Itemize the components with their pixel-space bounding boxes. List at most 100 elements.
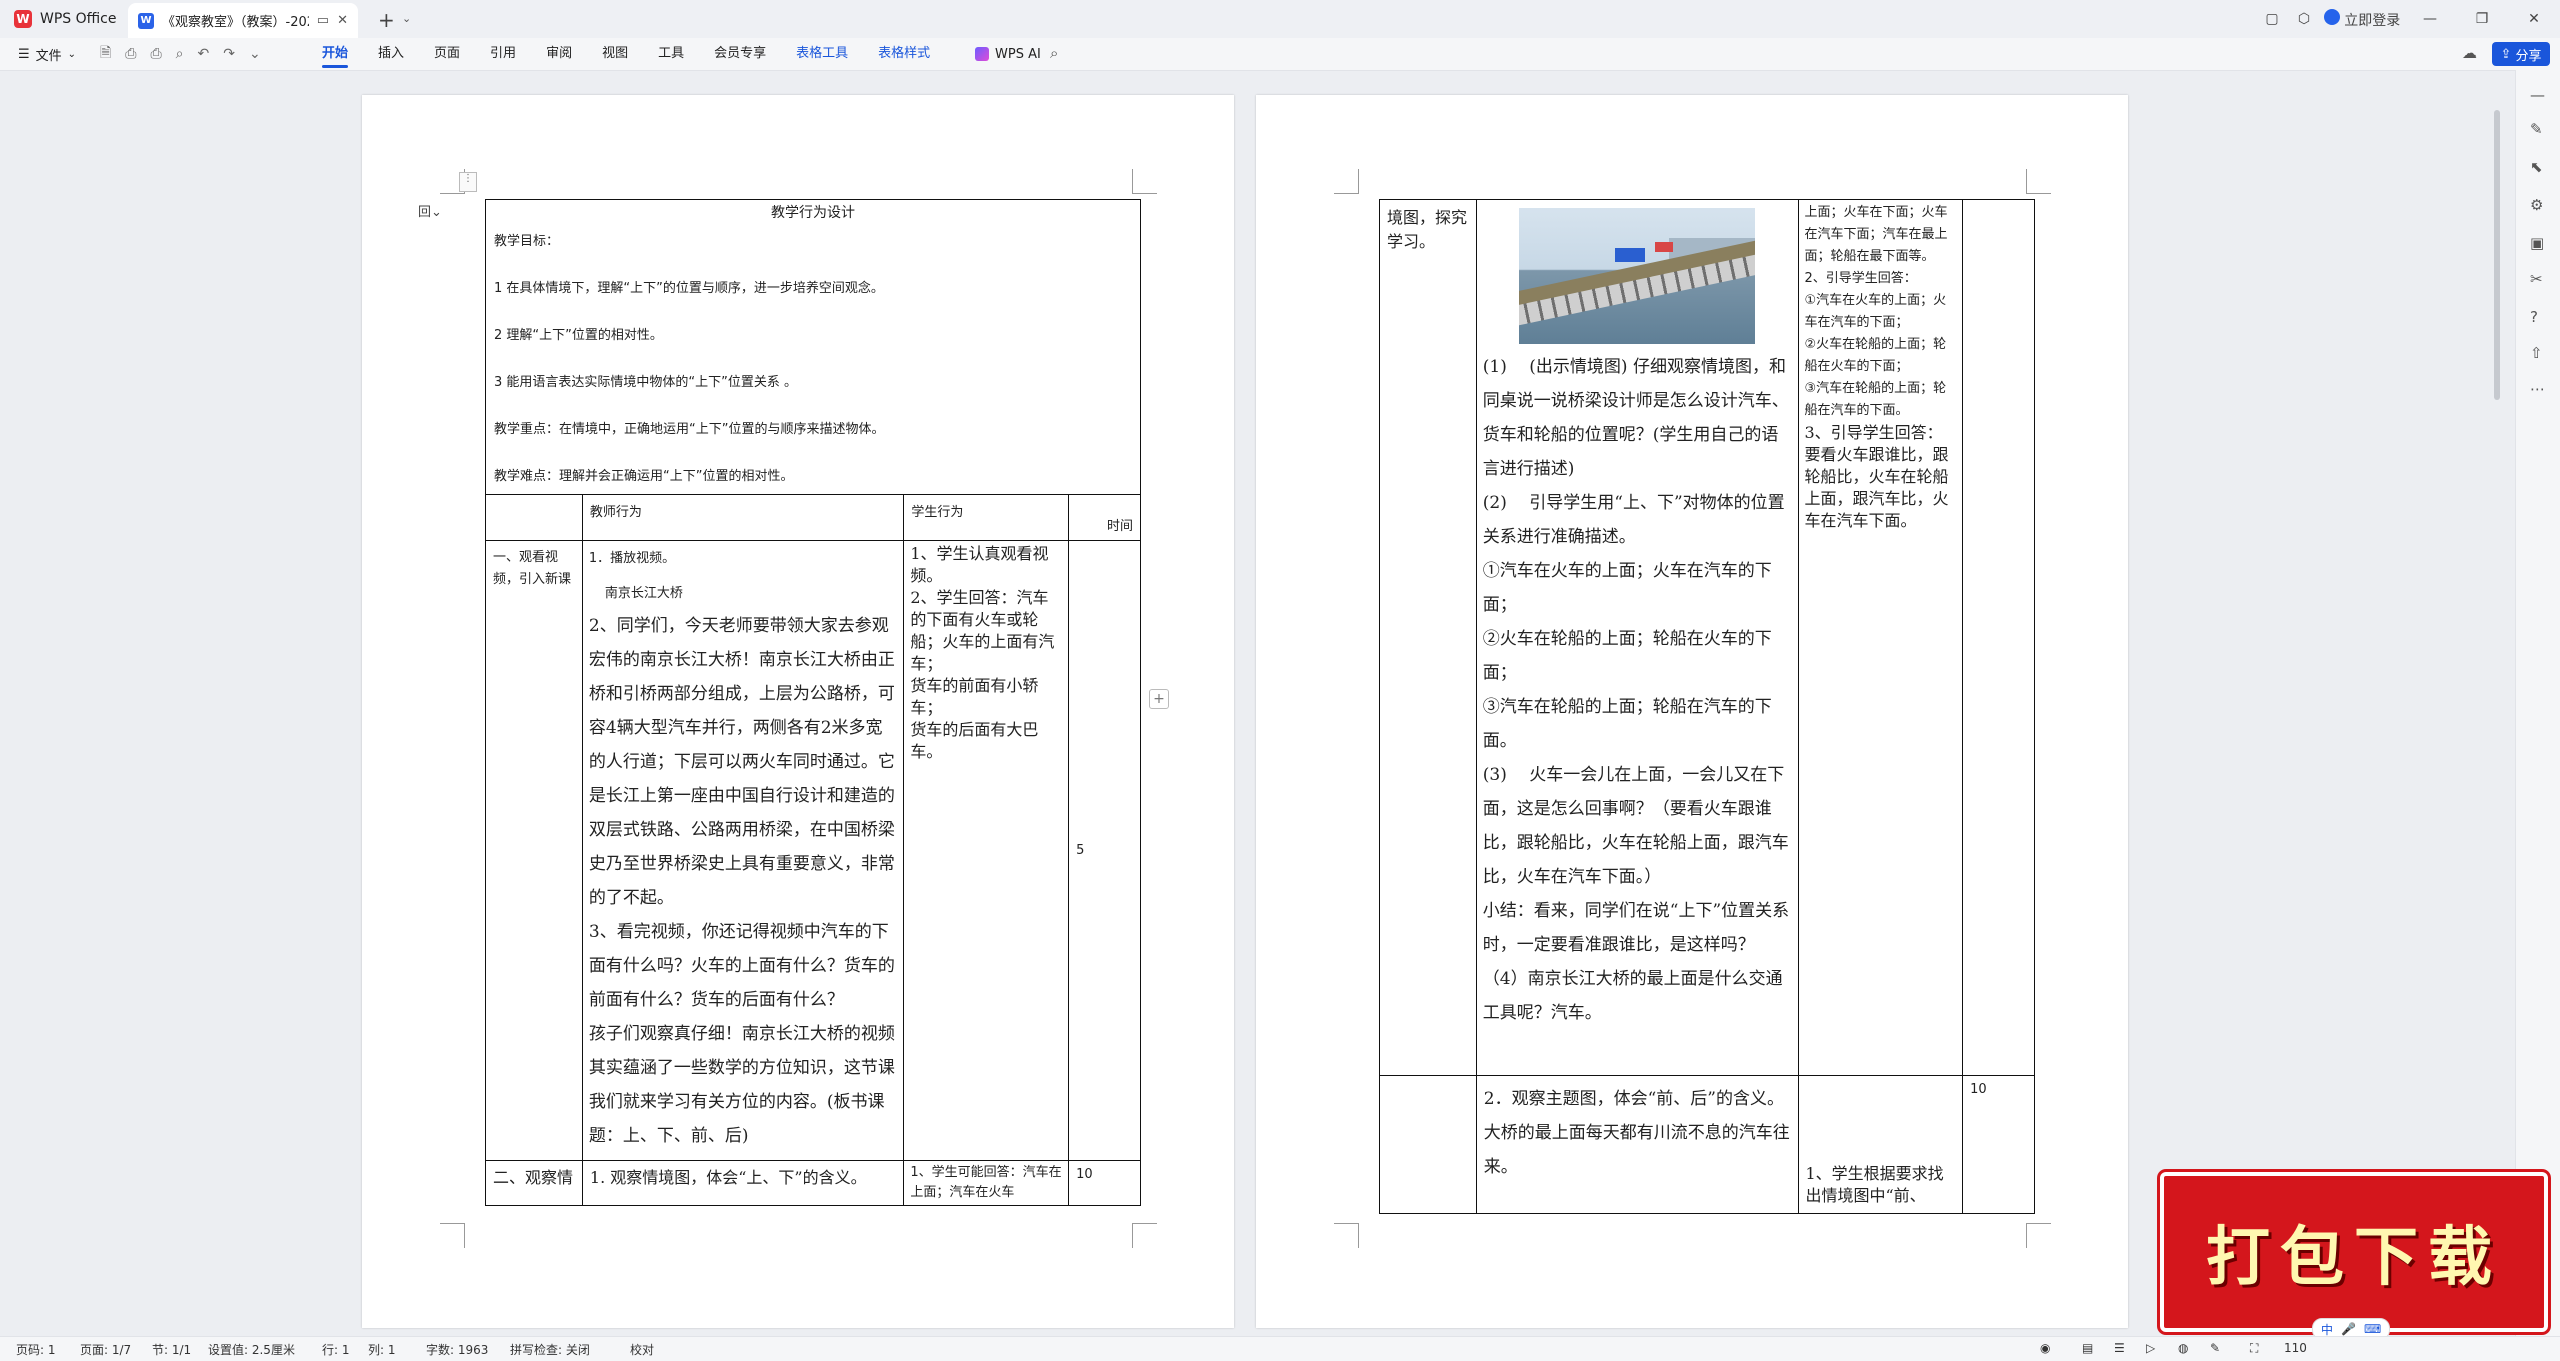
print-preview-icon[interactable]: ⌕ [176,46,184,62]
teacher-cell-1[interactable]: 1．播放视频。 南京长江大桥 2、同学们，今天老师要带领大家去参观宏伟的南京长江… [581,540,905,1161]
undo-icon[interactable]: ↶ [198,46,210,62]
wps-ai-button[interactable]: WPS AI [975,38,1041,70]
tab-member[interactable]: 会员专享 [714,38,766,70]
margin-corner [1334,1223,1359,1248]
search-icon[interactable]: ⌕ [1050,44,1058,62]
export-pdf-icon[interactable]: ⎙ [125,46,136,62]
document-page-2[interactable]: 境图，探究学习。 (1) (出示情境图) 仔细观察情境图，和同桌说一说桥梁设计师… [1256,95,2128,1328]
tab-tools[interactable]: 工具 [658,38,684,70]
close-window-icon[interactable]: ✕ [2508,11,2560,27]
stage-cell-1[interactable]: 一、观看视频，引入新课 [485,540,583,1161]
teacher-cell-3[interactable]: (1) (出示情境图) 仔细观察情境图，和同桌说一说桥梁设计师是怎么设计汽车、货… [1475,199,1799,1076]
settings-icon[interactable]: ⚙ [2530,196,2543,214]
tab-table-style[interactable]: 表格样式 [878,38,930,70]
edit-icon[interactable]: ✎ [2210,1341,2220,1355]
fit-icon[interactable]: ⛶ [2250,1341,2258,1356]
tools-icon[interactable]: ✂ [2530,270,2543,288]
wps-home[interactable]: W WPS Office [14,0,117,38]
mic-icon[interactable]: 🎤 [2341,1322,2356,1336]
tab-close-icon[interactable]: ✕ [337,13,348,28]
pen-icon[interactable]: ✎ [2530,120,2543,138]
new-tab-button[interactable]: + [378,8,395,32]
status-proofread[interactable]: 校对 [630,1341,654,1358]
status-pages[interactable]: 页面: 1/7 [80,1341,131,1358]
file-menu[interactable]: ☰ 文件 ⌄ [18,38,76,70]
header-student[interactable]: 学生行为 [903,494,1070,541]
status-words[interactable]: 字数: 1963 [426,1341,488,1358]
stage-cell-2[interactable]: 二、观察情 [485,1160,583,1206]
cube-icon[interactable]: ⬡ [2288,11,2320,27]
document-tab[interactable]: W 《观察教室》（教案）-2024... ▭ ✕ [128,3,358,38]
time-cell-1[interactable]: 5 [1068,540,1141,1161]
share-panel-icon[interactable]: ⇧ [2530,344,2543,362]
objectives-cell[interactable]: 教学行为设计 教学目标： 1 在具体情境下，理解“上下”的位置与顺序，进一步培养… [485,199,1141,495]
minimize-icon[interactable]: — [2404,11,2456,27]
cloud-sync-icon[interactable]: ☁ [2462,44,2477,62]
share-button[interactable]: ⇪ 分享 [2492,42,2550,66]
margin-corner [440,1223,465,1248]
download-badge-text: 打包下载 [2206,1220,2502,1295]
student-line: 货车的前面有小轿车； [910,676,1039,717]
table-layout-icon[interactable]: 回⌄ [418,201,442,220]
zoom-level[interactable]: 110 [2284,1341,2307,1355]
eye-icon[interactable]: ◉ [2040,1341,2050,1355]
header-time[interactable]: 时间 [1068,494,1141,541]
globe-icon[interactable]: ◍ [2178,1341,2188,1355]
login-button[interactable]: 立即登录 [2320,8,2404,30]
status-setting[interactable]: 设置值: 2.5厘米 [208,1341,295,1358]
stage-cell-3[interactable]: 境图，探究学习。 [1379,199,1477,1076]
vertical-scrollbar[interactable] [2494,110,2500,400]
select-icon[interactable]: ⬉ [2530,158,2543,176]
time-cell-2[interactable]: 10 [1068,1160,1141,1206]
time-cell-4[interactable]: 10 [1962,1075,2035,1214]
collapse-icon[interactable]: — [2530,86,2545,104]
keyboard-icon[interactable]: ⌨ [2364,1322,2381,1336]
student-cell-2[interactable]: 1、学生可能回答：汽车在上面；汽车在火车 [903,1160,1070,1206]
tab-view[interactable]: 视图 [602,38,628,70]
video-title: 南京长江大桥 [604,586,683,601]
teacher-cell-2[interactable]: 1. 观察情境图，体会“上、下”的含义。 [581,1160,905,1206]
help-icon[interactable]: ? [2530,308,2538,326]
redo-icon[interactable]: ↷ [223,46,235,62]
time-cell-3[interactable] [1962,199,2035,1076]
status-section[interactable]: 节: 1/1 [152,1341,191,1358]
tab-page[interactable]: 页面 [434,38,460,70]
tab-table-tools[interactable]: 表格工具 [796,38,848,70]
wps-ai-label: WPS AI [995,46,1041,62]
tab-home[interactable]: 开始 [322,38,349,70]
restore-icon[interactable]: ❐ [2456,11,2508,27]
margin-corner [1132,169,1157,194]
save-icon[interactable]: 🗎 [100,42,111,66]
table-move-handle-icon[interactable]: ⋮ [459,172,477,192]
status-page[interactable]: 页码: 1 [16,1341,56,1358]
student-cell-4[interactable]: 1、学生根据要求找出情境图中“前、 [1797,1075,1964,1214]
header-teacher[interactable]: 教师行为 [581,494,905,541]
student-line: 货车的后面有大巴车。 [910,720,1039,761]
more-dropdown-icon[interactable]: ⌄ [249,46,261,62]
print-icon[interactable]: ⎙ [150,46,161,62]
header-stage-cell[interactable] [485,494,583,541]
tab-screen-icon[interactable]: ▭ [317,13,329,28]
tab-review[interactable]: 审阅 [546,38,572,70]
teacher-paragraph: ②火车在轮船的上面；轮船在火车的下面； [1482,629,1772,683]
image-icon[interactable]: ▣ [2530,234,2544,252]
student-cell-1[interactable]: 1、学生认真观看视频。 2、学生回答：汽车的下面有火车或轮船；火车的上面有汽车；… [903,540,1070,1161]
status-spellcheck[interactable]: 拼写检查: 关闭 [510,1341,590,1358]
status-row[interactable]: 行: 1 [322,1341,350,1358]
layout-icon[interactable]: ▢ [2256,11,2288,27]
more-icon[interactable]: ⋯ [2530,380,2545,398]
teacher-paragraph: 2、同学们，今天老师要带领大家去参观宏伟的南京长江大桥！南京长江大桥由正桥和引桥… [588,616,895,908]
stage-cell-4[interactable] [1379,1075,1477,1214]
download-badge[interactable]: 打包下载 [2160,1172,2548,1332]
student-cell-3[interactable]: 上面；火车在下面；火车在汽车下面；汽车在最上面；轮船在最下面等。 2、引导学生回… [1797,199,1964,1076]
document-page-1[interactable]: ⋮ 回⌄ + 教学行为设计 教学目标： 1 在具体情境下，理解“上下”的位置与顺… [362,95,1234,1328]
tab-insert[interactable]: 插入 [378,38,404,70]
add-column-icon[interactable]: + [1149,689,1169,709]
teacher-cell-4[interactable]: 2．观察主题图，体会“前、后”的含义。大桥的最上面每天都有川流不息的汽车往来。 [1475,1075,1799,1214]
tab-references[interactable]: 引用 [490,38,516,70]
status-col[interactable]: 列: 1 [368,1341,396,1358]
page-view-icon[interactable]: ▤ [2082,1341,2093,1355]
play-icon[interactable]: ▷ [2146,1341,2155,1355]
list-view-icon[interactable]: ☰ [2114,1341,2125,1355]
new-tab-dropdown-icon[interactable]: ⌄ [402,12,411,25]
